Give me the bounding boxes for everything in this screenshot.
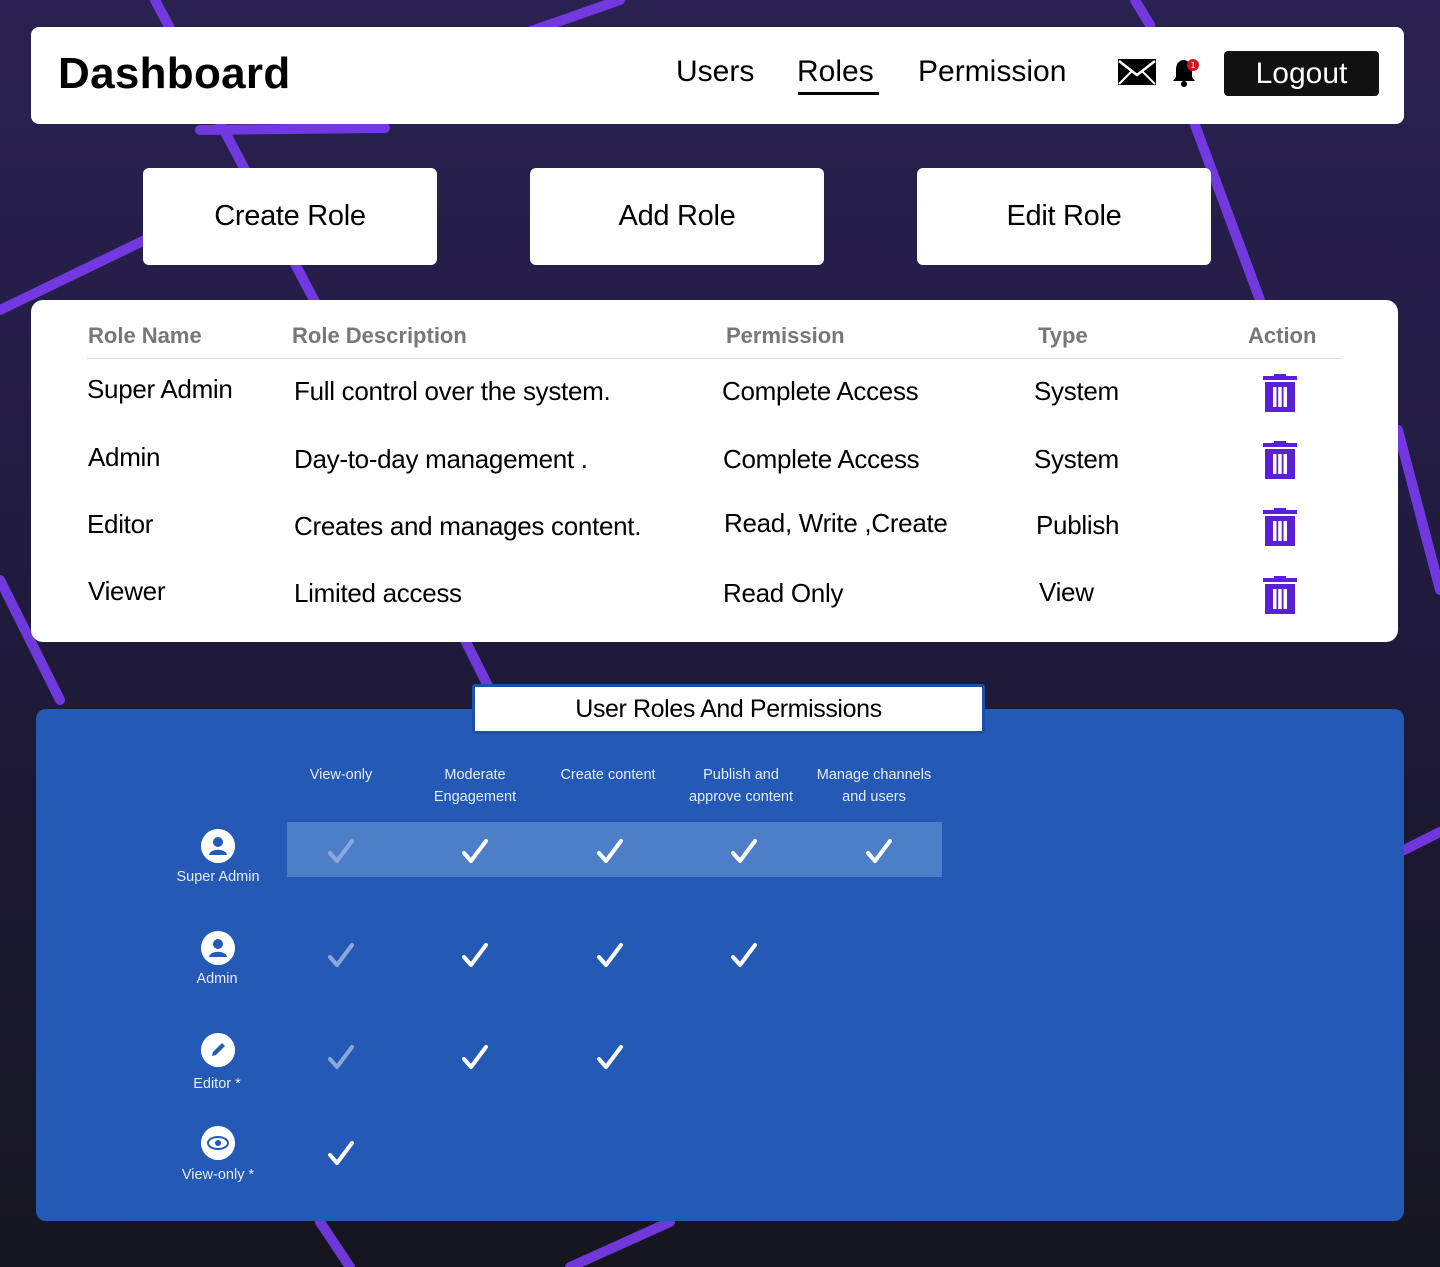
row-role-name: Editor (87, 509, 154, 539)
row-role-description: Limited access (294, 578, 462, 608)
notification-count: 1 (1190, 61, 1195, 70)
column-header-line: Create content (560, 767, 656, 783)
check-icon (597, 943, 623, 967)
column-header-line: Moderate (444, 767, 506, 783)
create-role-button[interactable]: Create Role (143, 168, 437, 265)
matrix-role-label: Admin (196, 971, 238, 987)
check-icon (328, 839, 354, 863)
row-role-description: Full control over the system. (294, 376, 611, 406)
column-header-line: View-only (309, 767, 373, 783)
row-type: System (1034, 376, 1119, 406)
eye-icon (201, 1126, 235, 1160)
matrix-role-label: View-only * (181, 1167, 255, 1183)
matrix-title: User Roles And Permissions (472, 684, 985, 734)
row-type: View (1039, 577, 1094, 607)
user-icon (201, 931, 235, 965)
roles-table: Role Name Role Description Permission Ty… (31, 300, 1398, 642)
column-header-permission: Permission (726, 323, 845, 348)
user-icon (201, 829, 235, 863)
trash-icon[interactable] (1263, 374, 1297, 412)
logout-button[interactable]: Logout (1224, 51, 1379, 96)
row-role-name: Viewer (88, 576, 166, 606)
column-header-role-description: Role Description (292, 323, 467, 348)
check-icon (462, 1045, 488, 1069)
check-icon (328, 1045, 354, 1069)
mail-icon[interactable] (1117, 57, 1157, 87)
row-permission: Complete Access (722, 376, 919, 406)
check-icon (597, 839, 623, 863)
check-icon (462, 943, 488, 967)
trash-icon[interactable] (1263, 576, 1297, 614)
check-icon (328, 1141, 354, 1165)
nav-roles[interactable]: Roles (797, 55, 874, 89)
top-navbar: Dashboard Users Roles Permission 1 Logou… (31, 27, 1404, 124)
edit-role-button[interactable]: Edit Role (917, 168, 1211, 265)
matrix-role-label: Editor * (193, 1076, 241, 1092)
matrix-column-header: Moderate Engagement (405, 764, 545, 808)
nav-permission[interactable]: Permission (918, 55, 1066, 89)
column-header-action: Action (1248, 323, 1317, 348)
check-icon (597, 1045, 623, 1069)
row-role-name: Super Admin (87, 374, 233, 404)
column-header-line: Engagement (433, 789, 517, 805)
row-permission: Complete Access (723, 444, 920, 474)
matrix-column-header: Create content (538, 764, 678, 786)
header-divider (87, 358, 1342, 359)
check-icon (731, 839, 757, 863)
check-icon (328, 943, 354, 967)
row-type: Publish (1036, 510, 1120, 540)
check-icon (462, 839, 488, 863)
matrix-column-header: Publish and approve content (671, 764, 811, 808)
check-icon (731, 943, 757, 967)
row-permission: Read, Write ,Create (724, 508, 948, 538)
row-type: System (1034, 444, 1119, 474)
column-header-line: Manage channels (816, 767, 932, 783)
page-title: Dashboard (58, 49, 291, 98)
matrix-role-label: Super Admin (176, 869, 260, 885)
bell-icon[interactable]: 1 (1172, 57, 1200, 87)
active-nav-indicator (798, 92, 879, 95)
row-role-description: Creates and manages content. (294, 511, 642, 541)
trash-icon[interactable] (1263, 508, 1297, 546)
check-icon (866, 839, 892, 863)
column-header-line: approve content (689, 789, 793, 805)
matrix-column-header: View-only (271, 764, 411, 786)
column-header-role-name: Role Name (88, 323, 202, 348)
add-role-button[interactable]: Add Role (530, 168, 824, 265)
row-role-name: Admin (88, 442, 161, 472)
nav-users[interactable]: Users (676, 55, 754, 89)
column-header-line: and users (842, 789, 906, 805)
permissions-matrix: View-only Moderate Engagement Create con… (36, 709, 1404, 1221)
pencil-icon (201, 1033, 235, 1067)
row-role-description: Day-to-day management . (294, 444, 588, 474)
column-header-type: Type (1038, 323, 1088, 348)
trash-icon[interactable] (1263, 441, 1297, 479)
row-permission: Read Only (723, 578, 844, 608)
column-header-line: Publish and (703, 767, 779, 783)
matrix-column-header: Manage channels and users (804, 764, 944, 808)
